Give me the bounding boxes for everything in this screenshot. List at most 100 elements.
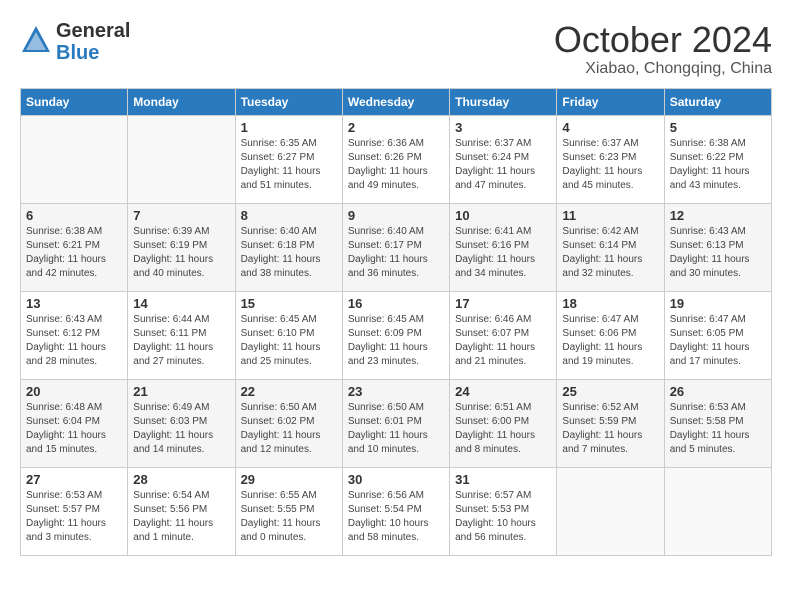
day-number: 13 <box>26 296 122 311</box>
calendar-cell: 11 Sunrise: 6:42 AM Sunset: 6:14 PM Dayli… <box>557 203 664 291</box>
day-info: Sunrise: 6:56 AM Sunset: 5:54 PM Dayligh… <box>348 489 444 545</box>
day-number: 28 <box>133 472 229 487</box>
title-block: October 2024 Xiabao, Chongqing, China <box>554 20 772 78</box>
day-info: Sunrise: 6:57 AM Sunset: 5:53 PM Dayligh… <box>455 489 551 545</box>
calendar-cell: 31 Sunrise: 6:57 AM Sunset: 5:53 PM Dayli… <box>450 467 557 555</box>
day-number: 15 <box>241 296 337 311</box>
calendar-cell: 14 Sunrise: 6:44 AM Sunset: 6:11 PM Dayli… <box>128 291 235 379</box>
day-info: Sunrise: 6:39 AM Sunset: 6:19 PM Dayligh… <box>133 225 229 281</box>
day-info: Sunrise: 6:53 AM Sunset: 5:58 PM Dayligh… <box>670 401 766 457</box>
calendar-cell <box>557 467 664 555</box>
day-number: 25 <box>562 384 658 399</box>
day-info: Sunrise: 6:44 AM Sunset: 6:11 PM Dayligh… <box>133 313 229 369</box>
day-number: 29 <box>241 472 337 487</box>
calendar-cell <box>21 115 128 203</box>
day-number: 2 <box>348 120 444 135</box>
day-info: Sunrise: 6:51 AM Sunset: 6:00 PM Dayligh… <box>455 401 551 457</box>
day-info: Sunrise: 6:45 AM Sunset: 6:09 PM Dayligh… <box>348 313 444 369</box>
calendar-cell: 21 Sunrise: 6:49 AM Sunset: 6:03 PM Dayli… <box>128 379 235 467</box>
day-number: 19 <box>670 296 766 311</box>
calendar-cell: 5 Sunrise: 6:38 AM Sunset: 6:22 PM Daylig… <box>664 115 771 203</box>
calendar-cell <box>128 115 235 203</box>
day-number: 10 <box>455 208 551 223</box>
logo-icon <box>20 24 52 61</box>
day-info: Sunrise: 6:55 AM Sunset: 5:55 PM Dayligh… <box>241 489 337 545</box>
day-info: Sunrise: 6:38 AM Sunset: 6:21 PM Dayligh… <box>26 225 122 281</box>
logo-blue-text: Blue <box>56 42 130 64</box>
day-info: Sunrise: 6:52 AM Sunset: 5:59 PM Dayligh… <box>562 401 658 457</box>
day-info: Sunrise: 6:50 AM Sunset: 6:02 PM Dayligh… <box>241 401 337 457</box>
calendar-cell: 15 Sunrise: 6:45 AM Sunset: 6:10 PM Dayli… <box>235 291 342 379</box>
calendar-cell: 2 Sunrise: 6:36 AM Sunset: 6:26 PM Daylig… <box>342 115 449 203</box>
day-number: 9 <box>348 208 444 223</box>
location-title: Xiabao, Chongqing, China <box>554 60 772 78</box>
day-number: 31 <box>455 472 551 487</box>
day-number: 17 <box>455 296 551 311</box>
day-info: Sunrise: 6:41 AM Sunset: 6:16 PM Dayligh… <box>455 225 551 281</box>
day-info: Sunrise: 6:53 AM Sunset: 5:57 PM Dayligh… <box>26 489 122 545</box>
day-info: Sunrise: 6:42 AM Sunset: 6:14 PM Dayligh… <box>562 225 658 281</box>
calendar-cell: 16 Sunrise: 6:45 AM Sunset: 6:09 PM Dayli… <box>342 291 449 379</box>
calendar-cell: 12 Sunrise: 6:43 AM Sunset: 6:13 PM Dayli… <box>664 203 771 291</box>
day-number: 4 <box>562 120 658 135</box>
day-info: Sunrise: 6:47 AM Sunset: 6:06 PM Dayligh… <box>562 313 658 369</box>
day-info: Sunrise: 6:54 AM Sunset: 5:56 PM Dayligh… <box>133 489 229 545</box>
weekday-header: Sunday <box>21 88 128 115</box>
day-number: 1 <box>241 120 337 135</box>
day-number: 11 <box>562 208 658 223</box>
day-number: 26 <box>670 384 766 399</box>
day-number: 18 <box>562 296 658 311</box>
day-info: Sunrise: 6:40 AM Sunset: 6:18 PM Dayligh… <box>241 225 337 281</box>
day-info: Sunrise: 6:43 AM Sunset: 6:12 PM Dayligh… <box>26 313 122 369</box>
day-number: 22 <box>241 384 337 399</box>
calendar-cell: 18 Sunrise: 6:47 AM Sunset: 6:06 PM Dayli… <box>557 291 664 379</box>
weekday-header: Monday <box>128 88 235 115</box>
day-info: Sunrise: 6:40 AM Sunset: 6:17 PM Dayligh… <box>348 225 444 281</box>
day-number: 3 <box>455 120 551 135</box>
weekday-header: Friday <box>557 88 664 115</box>
weekday-header: Tuesday <box>235 88 342 115</box>
calendar-cell: 8Sunrise: 6:40 AM Sunset: 6:18 PM Daylig… <box>235 203 342 291</box>
day-info: Sunrise: 6:37 AM Sunset: 6:23 PM Dayligh… <box>562 137 658 193</box>
day-info: Sunrise: 6:45 AM Sunset: 6:10 PM Dayligh… <box>241 313 337 369</box>
logo-general-text: General <box>56 20 130 42</box>
calendar-cell <box>664 467 771 555</box>
day-info: Sunrise: 6:43 AM Sunset: 6:13 PM Dayligh… <box>670 225 766 281</box>
day-number: 24 <box>455 384 551 399</box>
day-number: 21 <box>133 384 229 399</box>
calendar-cell: 29 Sunrise: 6:55 AM Sunset: 5:55 PM Dayli… <box>235 467 342 555</box>
day-number: 16 <box>348 296 444 311</box>
calendar-table: SundayMondayTuesdayWednesdayThursdayFrid… <box>20 88 772 556</box>
day-number: 12 <box>670 208 766 223</box>
calendar-cell: 9 Sunrise: 6:40 AM Sunset: 6:17 PM Daylig… <box>342 203 449 291</box>
day-number: 30 <box>348 472 444 487</box>
day-info: Sunrise: 6:38 AM Sunset: 6:22 PM Dayligh… <box>670 137 766 193</box>
weekday-header: Saturday <box>664 88 771 115</box>
day-info: Sunrise: 6:47 AM Sunset: 6:05 PM Dayligh… <box>670 313 766 369</box>
day-info: Sunrise: 6:49 AM Sunset: 6:03 PM Dayligh… <box>133 401 229 457</box>
month-title: October 2024 <box>554 20 772 60</box>
calendar-cell: 28 Sunrise: 6:54 AM Sunset: 5:56 PM Dayli… <box>128 467 235 555</box>
page-header: General Blue October 2024 Xiabao, Chongq… <box>20 20 772 78</box>
day-number: 27 <box>26 472 122 487</box>
day-number: 5 <box>670 120 766 135</box>
weekday-header: Wednesday <box>342 88 449 115</box>
day-info: Sunrise: 6:35 AM Sunset: 6:27 PM Dayligh… <box>241 137 337 193</box>
calendar-cell: 26 Sunrise: 6:53 AM Sunset: 5:58 PM Dayli… <box>664 379 771 467</box>
weekday-header: Thursday <box>450 88 557 115</box>
day-number: 14 <box>133 296 229 311</box>
calendar-cell: 1 Sunrise: 6:35 AM Sunset: 6:27 PM Daylig… <box>235 115 342 203</box>
day-info: Sunrise: 6:36 AM Sunset: 6:26 PM Dayligh… <box>348 137 444 193</box>
calendar-cell: 3 Sunrise: 6:37 AM Sunset: 6:24 PM Daylig… <box>450 115 557 203</box>
calendar-cell: 23Sunrise: 6:50 AM Sunset: 6:01 PM Dayli… <box>342 379 449 467</box>
day-info: Sunrise: 6:37 AM Sunset: 6:24 PM Dayligh… <box>455 137 551 193</box>
calendar-cell: 7Sunrise: 6:39 AM Sunset: 6:19 PM Daylig… <box>128 203 235 291</box>
day-number: 23 <box>348 384 444 399</box>
calendar-cell: 25 Sunrise: 6:52 AM Sunset: 5:59 PM Dayli… <box>557 379 664 467</box>
day-number: 6 <box>26 208 122 223</box>
calendar-cell: 20Sunrise: 6:48 AM Sunset: 6:04 PM Dayli… <box>21 379 128 467</box>
calendar-cell: 17 Sunrise: 6:46 AM Sunset: 6:07 PM Dayli… <box>450 291 557 379</box>
day-info: Sunrise: 6:46 AM Sunset: 6:07 PM Dayligh… <box>455 313 551 369</box>
calendar-cell: 10 Sunrise: 6:41 AM Sunset: 6:16 PM Dayli… <box>450 203 557 291</box>
logo: General Blue <box>20 20 130 64</box>
